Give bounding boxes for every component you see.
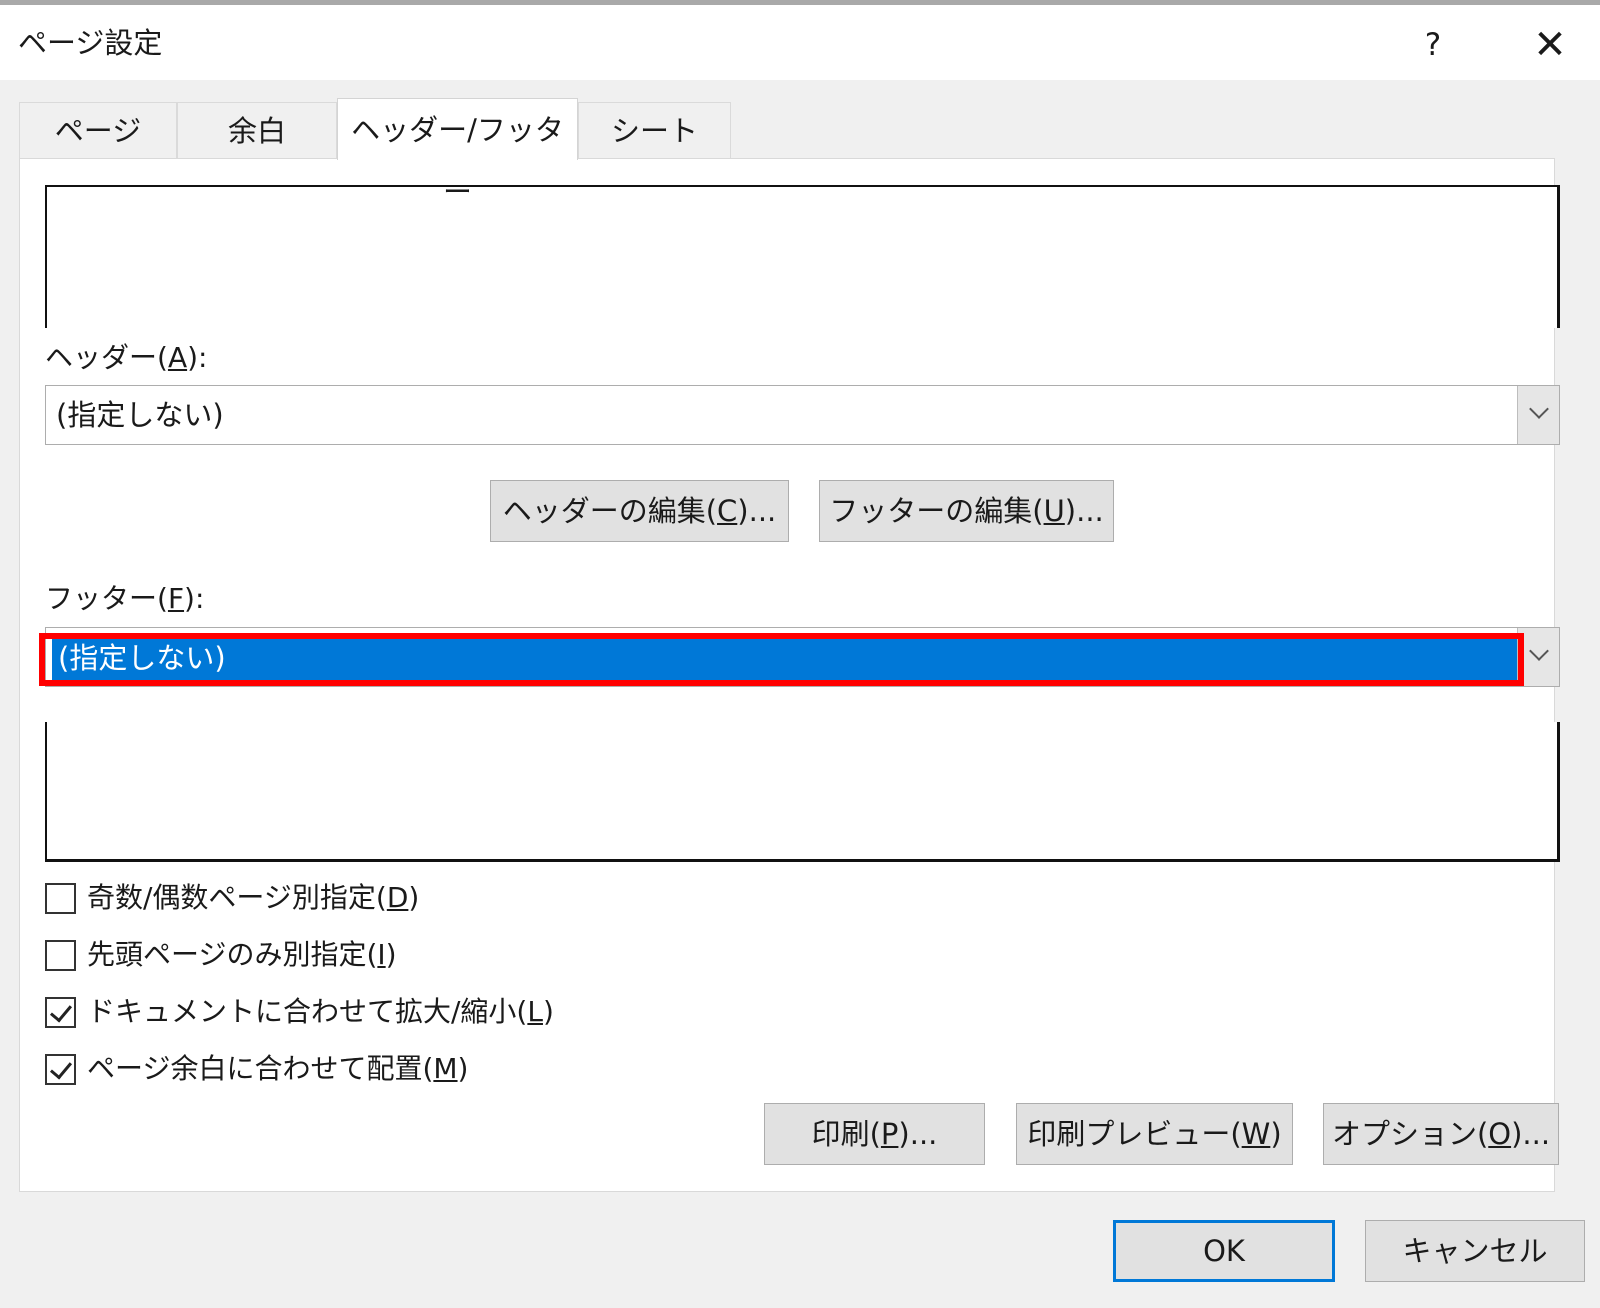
- tab-header-footer[interactable]: ヘッダー/フッター: [337, 98, 578, 209]
- options-button[interactable]: オプション(O)...: [1323, 1103, 1559, 1165]
- dialog-title: ページ設定: [18, 26, 163, 60]
- close-button[interactable]: ✕: [1520, 23, 1580, 67]
- checkbox-label: ページ余白に合わせて配置(M): [87, 1052, 469, 1085]
- header-dropdown-value: (指定しない): [56, 398, 224, 432]
- edit-footer-button[interactable]: フッターの編集(U)...: [819, 480, 1114, 542]
- checkbox-label: ドキュメントに合わせて拡大/縮小(L): [87, 995, 554, 1028]
- print-preview-button[interactable]: 印刷プレビュー(W): [1016, 1103, 1293, 1165]
- header-label: ヘッダー(A):: [45, 341, 208, 374]
- checkmark-icon: [49, 1056, 73, 1080]
- cancel-button[interactable]: キャンセル: [1365, 1220, 1585, 1282]
- checkbox-box[interactable]: [45, 940, 76, 971]
- chevron-down-icon: [1528, 641, 1549, 661]
- print-button[interactable]: 印刷(P)...: [764, 1103, 985, 1165]
- header-preview: [45, 185, 1560, 328]
- header-dropdown[interactable]: (指定しない): [45, 385, 1560, 445]
- tab-margins[interactable]: 余白: [177, 102, 337, 158]
- checkbox-box[interactable]: [45, 1054, 76, 1085]
- checkbox-label: 先頭ページのみ別指定(I): [87, 938, 397, 971]
- footer-label: フッター(F):: [45, 582, 205, 615]
- tab-sheet[interactable]: シート: [578, 102, 731, 158]
- footer-preview: [45, 722, 1560, 862]
- checkmark-icon: [49, 999, 73, 1023]
- tab-page[interactable]: ページ: [19, 102, 177, 158]
- checkbox-label: 奇数/偶数ページ別指定(D): [87, 881, 420, 914]
- ok-button[interactable]: OK: [1113, 1220, 1335, 1282]
- help-button[interactable]: ?: [1408, 23, 1458, 67]
- checkbox-box[interactable]: [45, 997, 76, 1028]
- header-dropdown-arrow[interactable]: [1517, 386, 1559, 444]
- annotation-highlight-box: [39, 633, 1524, 686]
- title-bar: ページ設定 ? ✕: [0, 5, 1600, 80]
- edit-header-button[interactable]: ヘッダーの編集(C)...: [490, 480, 789, 542]
- chevron-down-icon: [1528, 399, 1549, 419]
- checkbox-box[interactable]: [45, 883, 76, 914]
